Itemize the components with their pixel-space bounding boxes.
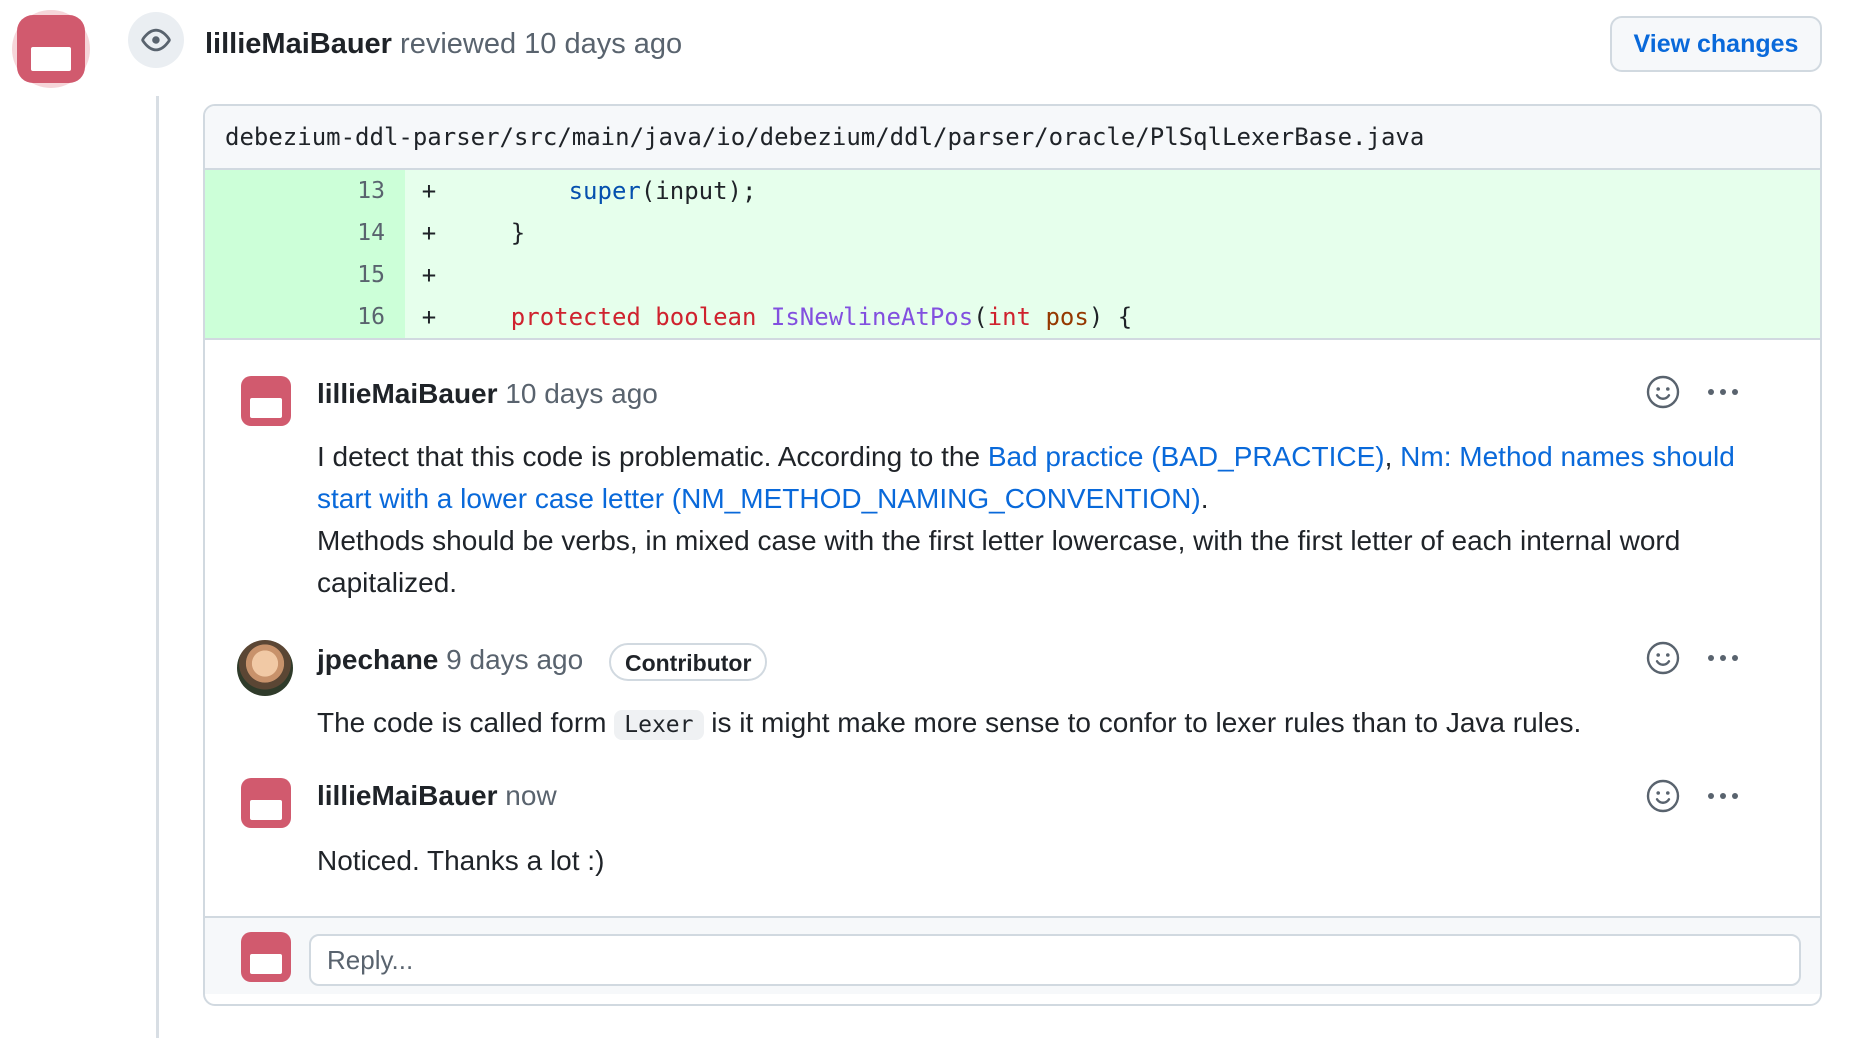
smiley-icon[interactable] bbox=[1643, 776, 1683, 816]
review-header: lillieMaiBauer reviewed 10 days ago bbox=[205, 24, 682, 64]
diff-hunk: 13 + super(input); 14 + } 15 + 16 + prot… bbox=[205, 170, 1820, 338]
line-number[interactable]: 14 bbox=[205, 212, 405, 254]
diff-line: 13 + super(input); bbox=[205, 170, 1820, 212]
identicon bbox=[17, 15, 85, 83]
review-author[interactable]: lillieMaiBauer bbox=[205, 28, 392, 60]
smiley-icon[interactable] bbox=[1643, 638, 1683, 678]
comment-author[interactable]: jpechane bbox=[317, 644, 438, 675]
line-number[interactable]: 13 bbox=[205, 170, 405, 212]
comment-actions bbox=[1643, 372, 1743, 412]
review-action: reviewed 10 days ago bbox=[400, 28, 683, 60]
eye-icon bbox=[128, 12, 184, 68]
diff-line: 16 + protected boolean IsNewlineAtPos(in… bbox=[205, 296, 1820, 338]
comment-author[interactable]: lillieMaiBauer bbox=[317, 378, 498, 409]
diff-sign: + bbox=[421, 261, 437, 289]
comment-actions bbox=[1643, 638, 1743, 678]
line-number[interactable]: 15 bbox=[205, 254, 405, 296]
timeline-line bbox=[156, 96, 159, 1038]
view-changes-button[interactable]: View changes bbox=[1610, 16, 1822, 72]
reply-bar: Reply... bbox=[205, 916, 1820, 994]
kebab-horizontal-icon[interactable] bbox=[1703, 776, 1743, 816]
avatar[interactable] bbox=[237, 640, 293, 696]
code-line: protected boolean IsNewlineAtPos(int pos… bbox=[510, 303, 1133, 331]
code-line: } bbox=[453, 219, 526, 247]
diff-line: 14 + } bbox=[205, 212, 1820, 254]
comment-actions bbox=[1643, 776, 1743, 816]
comment-list: lillieMaiBauer 10 days ago I detect that… bbox=[205, 338, 1820, 876]
comment-body: The code is called form Lexer is it migh… bbox=[317, 707, 1582, 740]
bad-practice-link[interactable]: Bad practice (BAD_PRACTICE) bbox=[988, 441, 1385, 472]
review-thread: debezium-ddl-parser/src/main/java/io/deb… bbox=[203, 104, 1822, 1006]
comment-header: lillieMaiBauer 10 days ago bbox=[317, 374, 658, 414]
reviewer-avatar[interactable] bbox=[12, 10, 90, 88]
contributor-badge: Contributor bbox=[608, 642, 768, 681]
code-line: super(input); bbox=[568, 177, 757, 205]
comment-header: jpechane 9 days ago Contributor bbox=[317, 640, 768, 681]
diff-line: 15 + bbox=[205, 254, 1820, 296]
file-path[interactable]: debezium-ddl-parser/src/main/java/io/deb… bbox=[205, 106, 1820, 170]
comment-body: Noticed. Thanks a lot :) bbox=[317, 845, 605, 876]
comment-body: I detect that this code is problematic. … bbox=[317, 441, 1735, 598]
comment-header: lillieMaiBauer now bbox=[317, 776, 557, 816]
kebab-horizontal-icon[interactable] bbox=[1703, 372, 1743, 412]
comment-time[interactable]: now bbox=[505, 780, 556, 811]
avatar bbox=[241, 932, 291, 982]
comment-paragraph: Methods should be verbs, in mixed case w… bbox=[317, 525, 1681, 598]
diff-sign: + bbox=[421, 219, 437, 247]
kebab-horizontal-icon[interactable] bbox=[1703, 638, 1743, 678]
comment-time[interactable]: 10 days ago bbox=[505, 378, 658, 409]
comment-author[interactable]: lillieMaiBauer bbox=[317, 780, 498, 811]
comment-time[interactable]: 9 days ago bbox=[446, 644, 583, 675]
diff-sign: + bbox=[421, 177, 437, 205]
reply-input[interactable]: Reply... bbox=[309, 934, 1801, 986]
avatar[interactable] bbox=[241, 376, 291, 426]
avatar[interactable] bbox=[241, 778, 291, 828]
inline-code: Lexer bbox=[614, 710, 704, 740]
smiley-icon[interactable] bbox=[1643, 372, 1683, 412]
line-number[interactable]: 16 bbox=[205, 296, 405, 338]
diff-sign: + bbox=[421, 303, 437, 331]
